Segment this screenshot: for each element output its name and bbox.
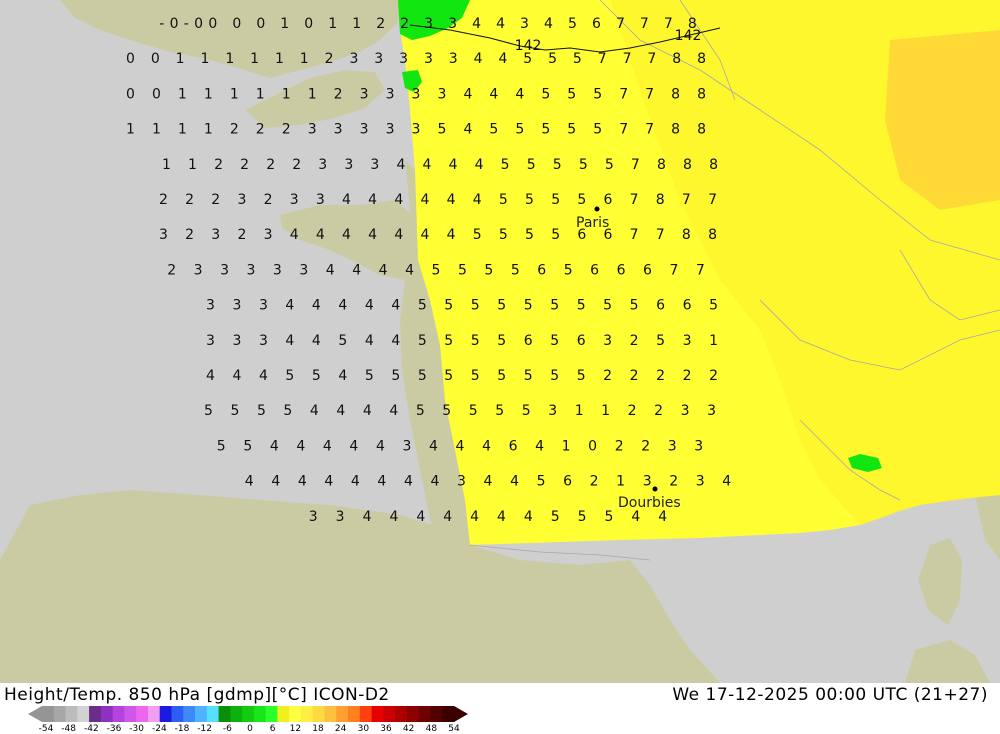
- legend-swatch: [253, 706, 267, 722]
- grid-value-row: 5 5 4 4 4 4 4 3 4 4 4 6 4 1 0 2 2 3 3: [217, 438, 703, 454]
- legend-swatch: [395, 706, 408, 722]
- legend-swatch: [206, 706, 220, 722]
- paris-marker: [594, 206, 600, 212]
- grid-value-row: 3 2 3 2 3 4 4 4 4 4 4 4 5 5 5 5 6 6 7 7 …: [159, 227, 717, 243]
- legend-swatch: [42, 706, 55, 722]
- legend-swatch: [124, 706, 137, 722]
- legend-swatch: [336, 706, 349, 722]
- legend-swatch: [195, 706, 208, 722]
- map-footer: Height/Temp. 850 hPa [gdmp][°C] ICON-D2 …: [0, 683, 1000, 734]
- legend-swatch: [159, 706, 172, 722]
- color-legend-bar: [28, 706, 468, 722]
- legend-swatch: [183, 706, 196, 722]
- legend-swatch: [383, 706, 396, 722]
- grid-value-row: 2 2 2 3 2 3 3 4 4 4 4 4 4 5 5 5 5 6 7 8 …: [159, 192, 717, 208]
- legend-swatch: [242, 706, 255, 722]
- legend-arrow-high: [454, 706, 468, 722]
- legend-swatch: [77, 706, 90, 722]
- land-italy: [975, 490, 1000, 560]
- legend-swatch: [289, 706, 302, 722]
- legend-swatch: [277, 706, 290, 722]
- legend-swatch: [112, 706, 125, 722]
- grid-value-row: 0 0 1 1 1 1 1 1 2 3 3 3 3 4 4 4 5 5 5 7 …: [126, 86, 706, 102]
- place-label-dourbies: Dourbies: [618, 495, 681, 511]
- grid-value-row: 2 3 3 3 3 3 4 4 4 4 5 5 5 5 6 5 6 6 6 7 …: [167, 262, 705, 278]
- dourbies-marker: [652, 486, 658, 492]
- legend-swatch: [100, 706, 114, 722]
- legend-swatch: [265, 706, 278, 722]
- legend-swatch: [65, 706, 78, 722]
- grid-value-row: -0-00 0 0 1 0 1 1 2 2 3 3 4 4 3 4 5 6 7 …: [159, 16, 697, 32]
- legend-swatch: [359, 706, 373, 722]
- place-label-paris: Paris: [576, 215, 609, 231]
- map-title: Height/Temp. 850 hPa [gdmp][°C] ICON-D2: [4, 685, 390, 705]
- legend-swatch: [171, 706, 184, 722]
- legend-swatch: [406, 706, 420, 722]
- legend-swatch: [418, 706, 431, 722]
- legend-swatch: [371, 706, 384, 722]
- land-sardinia: [905, 640, 990, 683]
- weather-map: 142 142 -0-00 0 0 1 0 1 1 2 2 3 3 4 4 3 …: [0, 0, 1000, 683]
- legend-swatch: [324, 706, 337, 722]
- legend-swatch: [218, 706, 231, 722]
- legend-swatch: [348, 706, 361, 722]
- map-canvas: 142 142 -0-00 0 0 1 0 1 1 2 2 3 3 4 4 3 …: [0, 0, 1000, 683]
- legend-swatch: [89, 706, 102, 722]
- legend-swatch: [230, 706, 243, 722]
- legend-swatch: [136, 706, 149, 722]
- grid-value-row: 1 1 1 1 2 2 2 3 3 3 3 3 5 4 5 5 5 5 5 7 …: [126, 122, 706, 138]
- legend-swatch: [53, 706, 67, 722]
- legend-swatch: [430, 706, 443, 722]
- grid-value-row: 1 1 2 2 2 2 3 3 3 4 4 4 4 5 5 5 5 5 7 8 …: [162, 157, 718, 173]
- legend-arrow-low: [28, 706, 42, 722]
- legend-swatch: [442, 706, 455, 722]
- grid-value-row: 4 4 4 4 4 4 4 4 3 4 4 5 6 2 1 3 2 3 4: [245, 474, 731, 490]
- legend-swatch: [147, 706, 161, 722]
- land-corsica: [918, 538, 962, 625]
- legend-swatch: [312, 706, 326, 722]
- legend-swatch: [300, 706, 314, 722]
- map-valid-time: We 17-12-2025 00:00 UTC (21+27): [672, 685, 988, 705]
